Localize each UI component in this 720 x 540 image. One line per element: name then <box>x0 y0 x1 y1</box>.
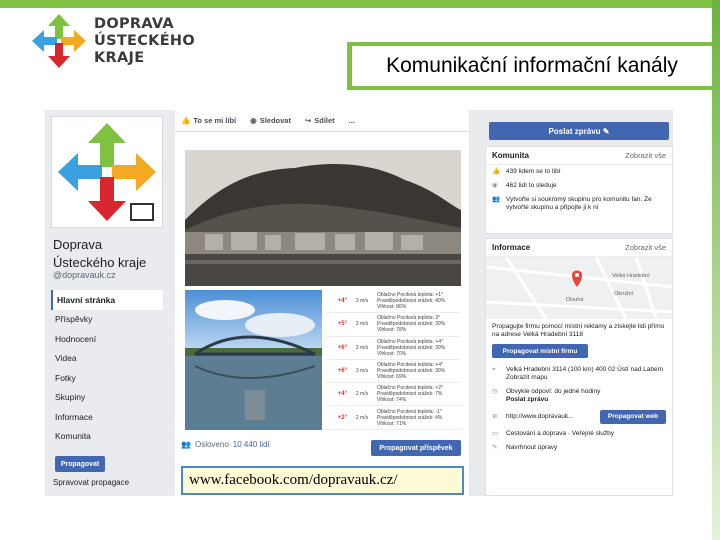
share-icon: ↪ <box>304 116 312 125</box>
promote-post-button[interactable]: Propagovat příspěvek <box>371 440 461 456</box>
globe-icon: ⊕ <box>492 413 498 420</box>
facebook-center-column: 👍To se mi líbí ◉Sledovat ↪Sdílet ... <box>175 110 469 496</box>
logo-wordmark: DOPRAVA ÚSTECKÉHO KRAJE <box>94 16 195 67</box>
slide-top-strip <box>0 0 720 8</box>
nav-item-community[interactable]: Komunita <box>51 427 163 447</box>
page-actions-bar: 👍 To se mi líbí ◉ Sledovat ↪ Sdílet ... <box>175 110 469 132</box>
table-row: +6° 3 m/s Oblačno Pocitová teplota: +4° … <box>325 360 461 384</box>
nav-item-photos[interactable]: Fotky <box>51 368 163 388</box>
clock-icon: ◷ <box>492 388 498 395</box>
facebook-url-box: www.facebook.com/dopravauk.cz/ <box>181 466 464 495</box>
slide-right-strip <box>712 0 720 540</box>
location-pin-icon: ⌖ <box>492 366 496 373</box>
river-bridge-photo[interactable] <box>185 290 322 430</box>
profile-picture[interactable] <box>51 116 163 228</box>
table-row: +2° 2 m/s Oblačno Pocitová teplota: -1° … <box>325 406 461 430</box>
weather-table: +4° 3 m/s Oblačno Pocitová teplota: +1° … <box>325 290 461 430</box>
arrows-logo-icon <box>32 14 86 68</box>
facebook-right-column: Poslat zprávu ✎ Komunita Zobrazit vše 👍 4… <box>485 110 673 496</box>
logo-line-1: DOPRAVA <box>94 15 174 32</box>
page-handle: @dopravauk.cz <box>53 270 116 280</box>
rss-icon: ◉ <box>250 116 257 125</box>
svg-text:Dlouhá: Dlouhá <box>566 297 584 303</box>
community-title: Komunita <box>492 151 529 160</box>
reach-stats: 👥 Osloveno 10 440 lidí <box>181 440 270 449</box>
svg-text:Okružní: Okružní <box>614 291 634 297</box>
thumbs-up-icon: 👍 <box>492 168 501 175</box>
promote-website-button[interactable]: Propagovat web <box>600 410 666 424</box>
logo-line-2: ÚSTECKÉHO <box>94 32 195 49</box>
group-icon: 👥 <box>492 196 501 203</box>
title-bar: Komunikační informační kanály <box>347 42 712 90</box>
reach-count[interactable]: 10 440 lidí <box>233 440 270 449</box>
facebook-page-screenshot: Doprava Ústeckého kraje @dopravauk.cz Hl… <box>45 110 673 496</box>
nav-item-posts[interactable]: Příspěvky <box>51 310 163 330</box>
nav-item-videos[interactable]: Videa <box>51 349 163 369</box>
nav-item-groups[interactable]: Skupiny <box>51 388 163 408</box>
table-row: +5° 3 m/s Oblačno Pocitová teplota: 3° P… <box>325 313 461 337</box>
dopravauk-logo: DOPRAVA ÚSTECKÉHO KRAJE <box>30 12 195 70</box>
website-link[interactable]: http://www.dopravauk... <box>506 413 574 421</box>
svg-text:Velká Hradební: Velká Hradební <box>612 273 650 279</box>
community-see-all[interactable]: Zobrazit vše <box>625 151 666 160</box>
community-card: Komunita Zobrazit vše 👍 439 lidem se to l… <box>485 146 673 234</box>
promote-button[interactable]: Propagovat <box>55 456 105 472</box>
thumbs-up-icon: 👍 <box>181 116 191 125</box>
info-title: Informace <box>492 243 531 252</box>
nav-item-about[interactable]: Informace <box>51 407 163 427</box>
tag-icon: ▭ <box>492 430 499 437</box>
promote-local-business-button[interactable]: Propagovat místní firmu <box>492 344 588 358</box>
show-map-link[interactable]: Zobrazit mapu <box>506 374 548 381</box>
logo-line-3: KRAJE <box>94 49 145 66</box>
edit-icon: ✎ <box>492 444 498 451</box>
follow-action[interactable]: ◉ Sledovat <box>250 116 291 125</box>
more-action[interactable]: ... <box>349 116 355 125</box>
like-action[interactable]: 👍 To se mi líbí <box>181 116 236 125</box>
table-row: +4° 2 m/s Oblačno Pocitová teplota: +2° … <box>325 383 461 407</box>
rss-icon: ◉ <box>492 182 498 189</box>
profile-arrows-icon <box>58 123 156 221</box>
send-message-button[interactable]: Poslat zprávu ✎ <box>489 122 669 140</box>
info-see-all[interactable]: Zobrazit vše <box>625 243 666 252</box>
suggest-edits-link[interactable]: Navrhnout úpravy <box>506 444 557 452</box>
location-map[interactable]: Velká Hradební Dlouhá Okružní <box>486 257 672 319</box>
slide-title: Komunikační informační kanály <box>386 54 678 77</box>
manage-promotions-link[interactable]: Spravovat propagace <box>53 478 129 487</box>
nav-item-reviews[interactable]: Hodnocení <box>51 329 163 349</box>
info-card: Informace Zobrazit vše Velká Hradební Dl… <box>485 238 673 496</box>
table-row: +4° 3 m/s Oblačno Pocitová teplota: +1° … <box>325 290 461 314</box>
people-icon: 👥 <box>181 440 191 449</box>
facebook-left-column: Doprava Ústeckého kraje @dopravauk.cz Hl… <box>45 110 165 496</box>
nav-item-home[interactable]: Hlavní stránka <box>51 290 163 310</box>
page-name: Doprava Ústeckého kraje <box>53 237 147 270</box>
historic-photo[interactable] <box>185 150 461 286</box>
share-action[interactable]: ↪ Sdílet <box>305 116 335 125</box>
pencil-icon: ✎ <box>602 126 610 136</box>
page-nav: Hlavní stránka Příspěvky Hodnocení Videa… <box>51 290 163 446</box>
facebook-url[interactable]: www.facebook.com/dopravauk.cz/ <box>189 472 398 489</box>
send-message-link[interactable]: Poslat zprávu <box>506 396 548 403</box>
table-row: +6° 3 m/s Oblačno Pocitová teplota: +4° … <box>325 337 461 360</box>
map-graphic: Velká Hradební Dlouhá Okružní <box>486 257 672 319</box>
